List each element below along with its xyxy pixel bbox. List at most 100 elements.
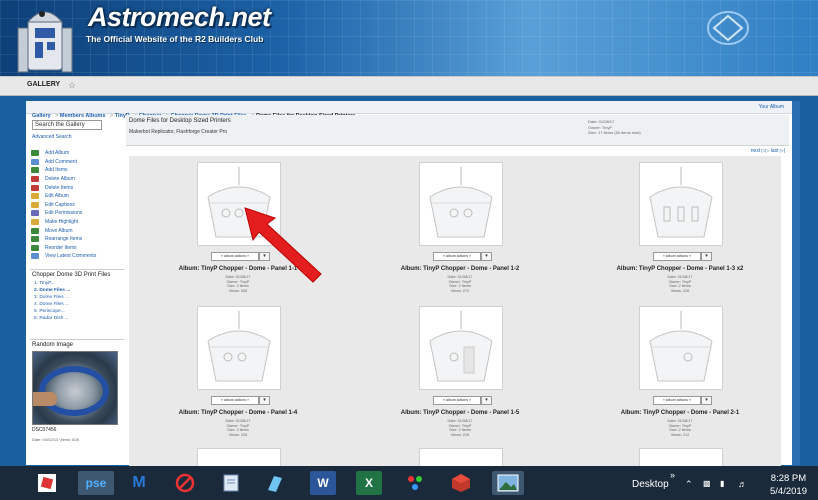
album-thumbnail[interactable] — [419, 306, 503, 390]
make-highlight-icon — [31, 219, 39, 226]
files-icon[interactable] — [262, 471, 288, 495]
album-actions-select[interactable]: « album actions » — [433, 396, 481, 405]
roblox-icon[interactable] — [34, 471, 60, 495]
site-tagline: The Official Website of the R2 Builders … — [86, 34, 264, 44]
album-description: Makerbot Replicator, Flashforge Creator … — [129, 129, 228, 135]
sidebar: Search the Gallery Advanced Search Add A… — [28, 115, 124, 465]
tree-item[interactable]: 3. Dome Files ... — [30, 294, 124, 301]
toolbar-expand-icon[interactable]: » — [670, 470, 675, 480]
nav-gallery[interactable]: GALLERY — [27, 81, 60, 88]
edit-album-icon — [31, 193, 39, 200]
view-comments-icon — [31, 253, 39, 260]
main-navbar: GALLERY ☆ — [0, 76, 818, 96]
page-scrollbar[interactable] — [792, 101, 800, 465]
album-actions-dropdown-icon[interactable]: ▾ — [701, 396, 712, 405]
album-thumbnail[interactable] — [197, 306, 281, 390]
word-icon[interactable]: W — [310, 471, 336, 495]
pager-next-last[interactable]: next ▷▷ last ▷| — [751, 148, 785, 154]
move-album-icon — [31, 227, 39, 234]
album-thumbnail[interactable] — [639, 306, 723, 390]
tree-item[interactable]: 2. Dome Files ... — [30, 287, 124, 294]
clock-date: 5/4/2019 — [770, 486, 807, 497]
album-actions-select[interactable]: « album actions » — [653, 252, 701, 261]
album-title-link[interactable]: Album: TinyP Chopper - Dome - Panel 1-5 — [351, 410, 569, 416]
tree-item[interactable]: 5. Periscope... — [30, 308, 124, 315]
album-header: Dome Files for Desktop Sized Printers Ma… — [126, 115, 789, 146]
action-delete-album[interactable]: Delete Album — [31, 175, 123, 184]
album-tree: Chopper Dome 3D Print Files 1. TinyP... … — [30, 269, 124, 322]
search-input[interactable]: Search the Gallery — [32, 120, 102, 130]
album-tree-title: Chopper Dome 3D Print Files — [32, 272, 111, 278]
album-thumbnail[interactable] — [419, 162, 503, 246]
photos-icon[interactable] — [492, 471, 524, 495]
album-actions-dropdown-icon[interactable]: ▾ — [481, 252, 492, 261]
breadcrumb: Gallery > Members Albums > TinyP > Chopp… — [26, 101, 792, 119]
album-actions-dropdown-icon[interactable]: ▾ — [701, 252, 712, 261]
battery-icon[interactable]: ▮ — [720, 479, 724, 488]
album-title: Dome Files for Desktop Sized Printers — [129, 118, 231, 124]
delete-album-icon — [31, 176, 39, 183]
album-actions-select[interactable]: « album actions » — [433, 252, 481, 261]
album-actions-select[interactable]: « album actions » — [211, 396, 259, 405]
tree-item[interactable]: 1. TinyP... — [30, 280, 124, 287]
album-title-link[interactable]: Album: TinyP Chopper - Dome - Panel 1-2 — [351, 266, 569, 272]
action-edit-captions[interactable]: Edit Captions — [31, 201, 123, 210]
action-view-latest-comments[interactable]: View Latest Comments — [31, 252, 123, 261]
action-edit-permissions[interactable]: Edit Permissions — [31, 209, 123, 218]
gallery-content: Gallery > Members Albums > TinyP > Chopp… — [26, 101, 792, 469]
rearrange-items-icon — [31, 236, 39, 243]
action-add-album[interactable]: Add Album — [31, 149, 123, 158]
reorder-items-icon — [31, 244, 39, 251]
action-edit-album[interactable]: Edit Album — [31, 192, 123, 201]
album-actions-dropdown-icon[interactable]: ▾ — [259, 396, 270, 405]
random-image-name[interactable]: DSC07456 — [32, 427, 56, 433]
add-album-icon — [31, 150, 39, 157]
3d-app-icon[interactable] — [448, 471, 474, 495]
tray-up-chevron-icon[interactable]: ⌃ — [685, 479, 693, 490]
blocked-app-icon[interactable] — [172, 471, 198, 495]
action-make-highlight[interactable]: Make Highlight — [31, 218, 123, 227]
desktop-toolbar-label[interactable]: Desktop — [632, 479, 669, 490]
photo-viewer-icon[interactable] — [402, 471, 428, 495]
your-album-link[interactable]: Your Album — [759, 104, 784, 110]
tree-item[interactable]: 4. Dome Files ... — [30, 301, 124, 308]
album-actions-dropdown-icon[interactable]: ▾ — [481, 396, 492, 405]
site-header: Astromech.net The Official Website of th… — [0, 0, 818, 76]
malwarebytes-icon[interactable]: M — [126, 471, 152, 495]
start-edge-icon[interactable] — [0, 471, 8, 495]
taskbar-clock[interactable]: 8:28 PM 5/4/2019 — [770, 472, 807, 498]
action-delete-items[interactable]: Delete Items — [31, 183, 123, 192]
notepad-icon[interactable] — [218, 471, 244, 495]
album-main: Dome Files for Desktop Sized Printers Ma… — [126, 115, 789, 469]
action-add-items[interactable]: Add Items — [31, 166, 123, 175]
album-thumbnail[interactable] — [639, 162, 723, 246]
random-image-meta: Date: 04/02/13 Views: 828 — [32, 437, 79, 442]
red-arrow-icon — [244, 207, 322, 283]
album-item-meta: Date: 01/08/17 Owner: TinyP Size: 2 items V… — [447, 275, 473, 293]
volume-icon[interactable]: ♬ — [738, 479, 747, 489]
album-title-link[interactable]: Album: TinyP Chopper - Dome - Panel 2-1 — [571, 410, 789, 416]
random-image-thumb[interactable] — [32, 351, 118, 425]
album-title-link[interactable]: Album: TinyP Chopper - Dome - Panel 1-4 — [129, 410, 347, 416]
tree-item[interactable]: 6. Radar Dish ... — [30, 315, 124, 322]
delete-items-icon — [31, 184, 39, 191]
add-items-icon — [31, 167, 39, 174]
windows-taskbar: pse M W X Desktop » ⌃ ▩ ▮ ♬ 8:28 PM 5/4/… — [0, 466, 818, 500]
album-actions-select[interactable]: « album actions » — [653, 396, 701, 405]
album-title-link[interactable]: Album: TinyP Chopper - Dome - Panel 1-3 … — [571, 266, 789, 272]
advanced-search-link[interactable]: Advanced Search — [32, 134, 71, 140]
action-reorder-items[interactable]: Reorder Items — [31, 244, 123, 253]
action-move-album[interactable]: Move Album — [31, 226, 123, 235]
network-icon[interactable]: ▩ — [703, 479, 711, 488]
excel-icon[interactable]: X — [356, 471, 382, 495]
r2d2-image — [17, 11, 73, 73]
action-rearrange-items[interactable]: Rearrange Items — [31, 235, 123, 244]
club-emblem-icon — [707, 11, 749, 45]
action-add-comment[interactable]: Add Comment — [31, 158, 123, 167]
edit-permissions-icon — [31, 210, 39, 217]
pse-icon[interactable]: pse — [78, 471, 114, 495]
add-comment-icon — [31, 158, 39, 165]
site-logo[interactable]: Astromech.net — [88, 2, 271, 33]
home-star-icon[interactable]: ☆ — [68, 80, 76, 91]
random-image-block: Random Image — [30, 339, 124, 350]
